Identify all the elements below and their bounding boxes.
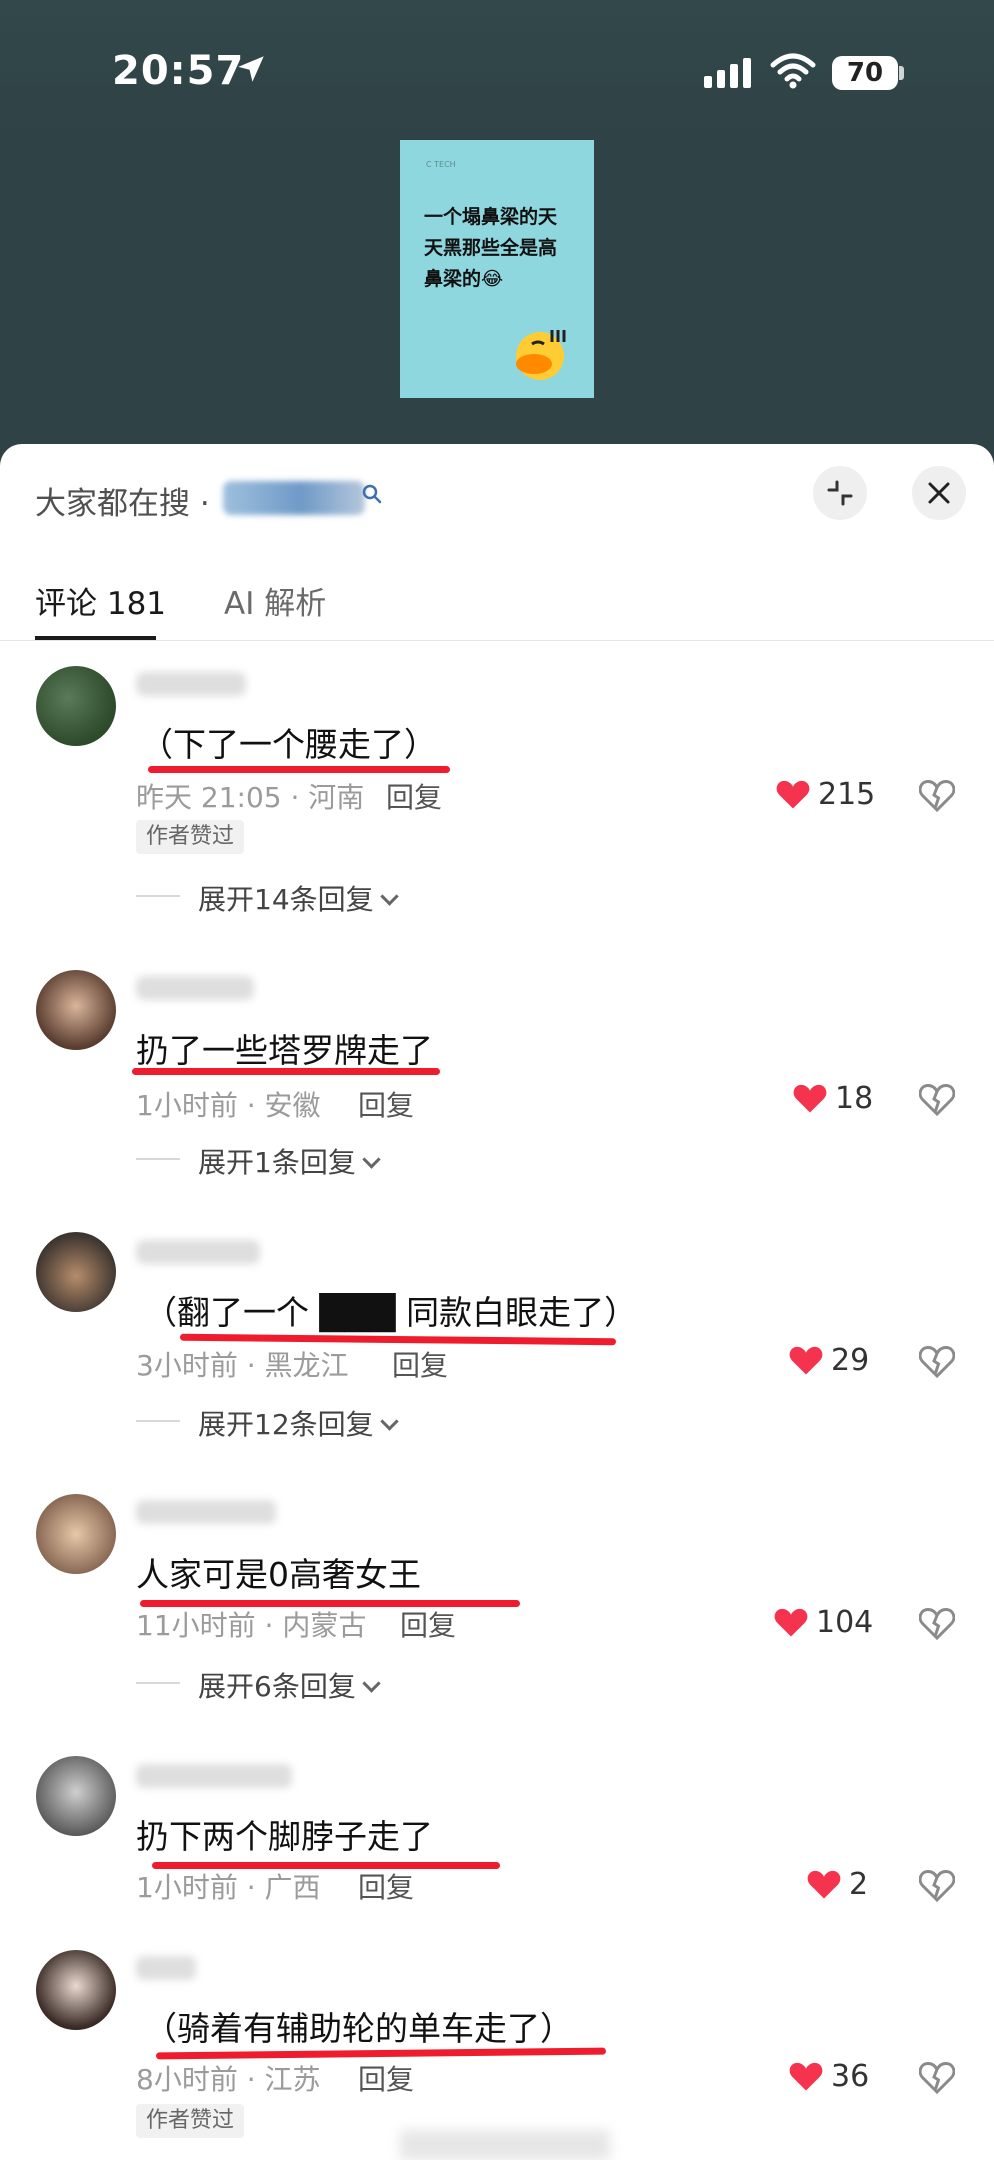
comment-text: 扔下两个脚脖子走了 [136,1817,433,1856]
like-count: 2 [849,1867,869,1902]
heart-icon[interactable] [806,1868,842,1900]
status-bar: 20:57 70 [0,0,994,150]
avatar[interactable] [36,1756,116,1836]
thumbnail-caption: 一个塌鼻梁的天天黑那些全是高鼻梁的😂 [424,206,558,290]
search-suggestion-term[interactable] [223,481,365,515]
expand-divider [136,1158,180,1160]
like-count: 104 [816,1605,874,1640]
reply-button[interactable]: 回复 [358,1866,414,1906]
avatar[interactable] [36,666,116,746]
username-blurred[interactable] [136,1500,276,1524]
wifi-icon [770,53,816,89]
broken-heart-icon[interactable] [919,778,955,812]
comment-text: （下了一个腰走了） [140,725,437,764]
reply-button[interactable]: 回复 [392,1344,448,1384]
watermark-blur [400,2130,610,2160]
expand-divider [136,1682,180,1684]
comment-text: （骑着有辅助轮的单车走了） [144,2009,573,2048]
expand-replies-label: 展开6条回复 [198,1670,356,1703]
chevron-down-icon [379,1412,399,1431]
like-count: 215 [818,777,876,812]
expand-replies-label: 展开1条回复 [198,1146,356,1179]
expand-replies-label: 展开14条回复 [198,883,374,916]
close-button[interactable] [912,466,966,520]
heart-icon[interactable] [788,1344,824,1376]
tab-ai-analysis[interactable]: AI 解析 [224,578,326,623]
avatar[interactable] [36,1232,116,1312]
chevron-down-icon [379,887,399,906]
chevron-down-icon [362,1150,381,1169]
username-blurred[interactable] [136,672,246,696]
expand-replies-button[interactable]: 展开14条回复 [198,878,399,918]
avatar[interactable] [36,1950,116,2030]
status-time: 20:57 [112,48,245,94]
search-icon[interactable] [360,482,384,506]
heart-icon[interactable] [773,1606,809,1638]
tabs-divider [0,640,994,641]
comment-time-location: 3小时前 · 黑龙江 [136,1349,349,1382]
comment-time-location: 1小时前 · 安徽 [136,1089,321,1122]
duck-emoji-icon [516,330,566,380]
expand-replies-button[interactable]: 展开12条回复 [198,1403,399,1443]
username-blurred[interactable] [136,1240,260,1264]
author-liked-badge: 作者赞过 [136,2104,245,2138]
broken-heart-icon[interactable] [919,2060,955,2094]
comment-time-location: 昨天 21:05 · 河南 [136,781,365,814]
reply-button[interactable]: 回复 [358,1084,414,1124]
close-icon [928,482,950,504]
battery-tip [899,66,904,80]
chevron-down-icon [362,1674,381,1693]
tab-comments[interactable]: 评论 181 [35,578,166,623]
thumbnail-watermark: C TECH [426,160,456,169]
comment-time-location: 8小时前 · 江苏 [136,2063,321,2096]
username-blurred[interactable] [136,976,254,1000]
heart-icon[interactable] [788,2060,824,2092]
battery-indicator: 70 [832,56,898,90]
reply-button[interactable]: 回复 [400,1604,456,1644]
avatar[interactable] [36,1494,116,1574]
broken-heart-icon[interactable] [919,1082,955,1116]
like-count: 18 [835,1081,874,1116]
heart-icon[interactable] [775,778,811,810]
author-liked-badge: 作者赞过 [136,820,245,854]
broken-heart-icon[interactable] [919,1868,955,1902]
expand-replies-button[interactable]: 展开6条回复 [198,1665,381,1705]
expand-divider [136,1420,180,1422]
comment-text: （翻了一个 ███ 同款白眼走了） [144,1293,638,1332]
expand-replies-label: 展开12条回复 [198,1408,374,1441]
like-count: 29 [831,1343,870,1378]
highlight-underline [148,766,450,773]
comment-text: 人家可是0高奢女王 [136,1555,421,1594]
username-blurred[interactable] [136,1764,292,1788]
cellular-signal-icon [704,58,751,88]
broken-heart-icon[interactable] [919,1606,955,1640]
expand-replies-button[interactable]: 展开1条回复 [198,1141,381,1181]
reply-button[interactable]: 回复 [358,2058,414,2098]
video-thumbnail[interactable]: C TECH 一个塌鼻梁的天天黑那些全是高鼻梁的😂 [400,140,594,398]
comment-time-location: 1小时前 · 广西 [136,1871,321,1904]
collapse-icon [827,480,853,506]
username-blurred[interactable] [136,1956,196,1980]
search-suggestion-prefix: 大家都在搜 · [35,486,210,522]
broken-heart-icon[interactable] [919,1344,955,1378]
comment-text: 扔了一些塔罗牌走了 [136,1031,433,1070]
reply-button[interactable]: 回复 [386,776,442,816]
expand-divider [136,895,180,897]
like-count: 36 [831,2059,870,2094]
avatar[interactable] [36,970,116,1050]
collapse-button[interactable] [813,466,867,520]
heart-icon[interactable] [792,1082,828,1114]
location-arrow-icon [238,56,264,82]
highlight-underline [132,1068,440,1075]
comment-time-location: 11小时前 · 内蒙古 [136,1609,367,1642]
